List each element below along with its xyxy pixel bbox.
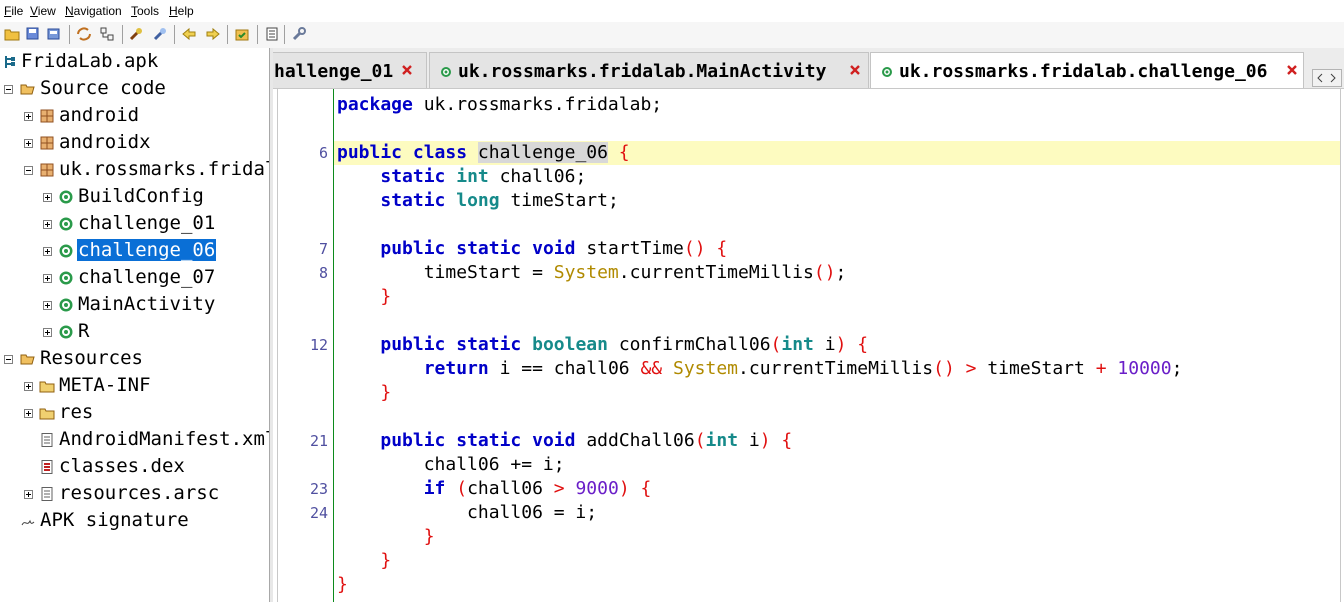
code-line-method-decl: public static void addChall06(int i) { [380, 430, 793, 451]
code-line-brace: } [337, 574, 348, 595]
close-icon[interactable] [400, 63, 414, 77]
text-file-icon [41, 487, 53, 501]
expand-icon[interactable] [24, 139, 33, 148]
toolbar-separator [69, 25, 70, 44]
open-folder-icon [20, 354, 35, 365]
collapse-icon[interactable] [4, 355, 13, 364]
code-line-field: static long timeStart; [380, 190, 619, 211]
export-icon[interactable] [46, 26, 62, 42]
dex-file-icon [41, 460, 53, 474]
code-line-package: package uk.rossmarks.fridalab; [337, 94, 663, 115]
panel-splitter[interactable] [270, 48, 273, 602]
editor-tab-bar: hallenge_01 uk.rossmarks.fridalab.MainAc… [273, 48, 1344, 89]
code-line-statement: chall06 += i; [423, 454, 565, 475]
menu-file[interactable]: File [4, 4, 23, 18]
class-icon [59, 325, 73, 339]
project-tree: FridaLab.apk Source code android android… [0, 48, 270, 602]
close-icon[interactable] [848, 63, 862, 77]
back-icon[interactable] [181, 26, 197, 42]
class-icon [882, 67, 892, 77]
expand-icon[interactable] [43, 328, 52, 337]
code-line-method-decl: public static void startTime() { [380, 238, 728, 259]
code-line-field: static int chall06; [380, 166, 587, 187]
package-icon [40, 136, 54, 150]
expand-icon[interactable] [43, 220, 52, 229]
save-all-icon[interactable] [25, 26, 41, 42]
log-viewer-icon[interactable] [264, 26, 280, 42]
menu-bar: File View Navigation Tools Help [0, 0, 1344, 22]
toolbar [0, 22, 1344, 49]
line-number: 21 [309, 432, 328, 450]
expand-icon[interactable] [24, 382, 33, 391]
expand-icon[interactable] [24, 112, 33, 121]
code-line-brace: } [423, 526, 435, 547]
menu-tools[interactable]: Tools [131, 4, 159, 18]
search-class-icon[interactable] [152, 26, 168, 42]
preferences-wrench-icon[interactable] [291, 26, 307, 42]
text-file-icon [41, 433, 53, 447]
tab-mainactivity[interactable]: uk.rossmarks.fridalab.MainActivity [429, 52, 869, 88]
class-icon [59, 271, 73, 285]
flatten-packages-icon[interactable] [99, 26, 115, 42]
line-number: 23 [309, 480, 328, 498]
code-line-brace: } [380, 382, 392, 403]
package-icon [40, 163, 54, 177]
line-number: 7 [318, 240, 328, 258]
toolbar-separator [227, 25, 228, 44]
menu-help[interactable]: Help [169, 4, 194, 18]
code-line-brace: } [380, 286, 392, 307]
line-number: 8 [318, 264, 328, 282]
tab-challenge-01[interactable]: hallenge_01 [273, 52, 427, 88]
toolbar-separator [257, 25, 258, 44]
tab-scroll-buttons [1312, 69, 1342, 87]
apk-root-icon [5, 56, 15, 68]
code-line-class-decl: public class challenge_06 { [337, 142, 630, 163]
expand-icon[interactable] [43, 193, 52, 202]
forward-icon[interactable] [205, 26, 221, 42]
signature-icon [21, 519, 35, 526]
collapse-icon[interactable] [24, 166, 33, 175]
line-number: 6 [318, 144, 328, 162]
scroll-left-icon[interactable] [1315, 73, 1325, 83]
toolbar-separator [174, 25, 175, 44]
code-line-brace: } [380, 550, 392, 571]
deobfuscation-icon[interactable] [234, 26, 250, 42]
code-line-statement: return i == chall06 && System.currentTim… [423, 358, 1183, 379]
open-file-icon[interactable] [4, 26, 20, 42]
menu-view[interactable]: View [30, 4, 56, 18]
code-line-method-decl: public static boolean confirmChall06(int… [380, 334, 869, 355]
class-icon [59, 190, 73, 204]
collapse-icon[interactable] [4, 85, 13, 94]
folder-icon [39, 408, 55, 420]
code-line-if: if (chall06 > 9000) { [423, 478, 652, 499]
expand-icon[interactable] [43, 274, 52, 283]
search-text-icon[interactable] [128, 26, 144, 42]
package-icon [40, 109, 54, 123]
expand-icon[interactable] [43, 301, 52, 310]
code-line-statement: timeStart = System.currentTimeMillis(); [423, 262, 847, 283]
open-folder-icon [20, 84, 35, 95]
line-number: 12 [309, 336, 328, 354]
close-icon[interactable] [1285, 63, 1299, 77]
class-icon [59, 298, 73, 312]
code-editor[interactable]: 6 7 8 12 21 23 24 package uk.rossmarks.f… [277, 89, 1341, 602]
expand-icon[interactable] [24, 490, 33, 499]
scroll-right-icon[interactable] [1328, 73, 1338, 83]
sync-icon[interactable] [76, 26, 92, 42]
expand-icon[interactable] [24, 409, 33, 418]
tab-challenge-06[interactable]: uk.rossmarks.fridalab.challenge_06 [870, 52, 1304, 88]
line-number-gutter: 6 7 8 12 21 23 24 [278, 89, 334, 602]
line-number: 24 [309, 504, 328, 522]
class-icon [59, 244, 73, 258]
class-icon [441, 67, 451, 77]
toolbar-separator [122, 25, 123, 44]
folder-icon [39, 381, 55, 393]
code-line-statement: chall06 = i; [467, 502, 598, 523]
expand-icon[interactable] [43, 247, 52, 256]
menu-navigation[interactable]: Navigation [65, 4, 122, 18]
class-icon [59, 217, 73, 231]
toolbar-separator [284, 25, 285, 44]
